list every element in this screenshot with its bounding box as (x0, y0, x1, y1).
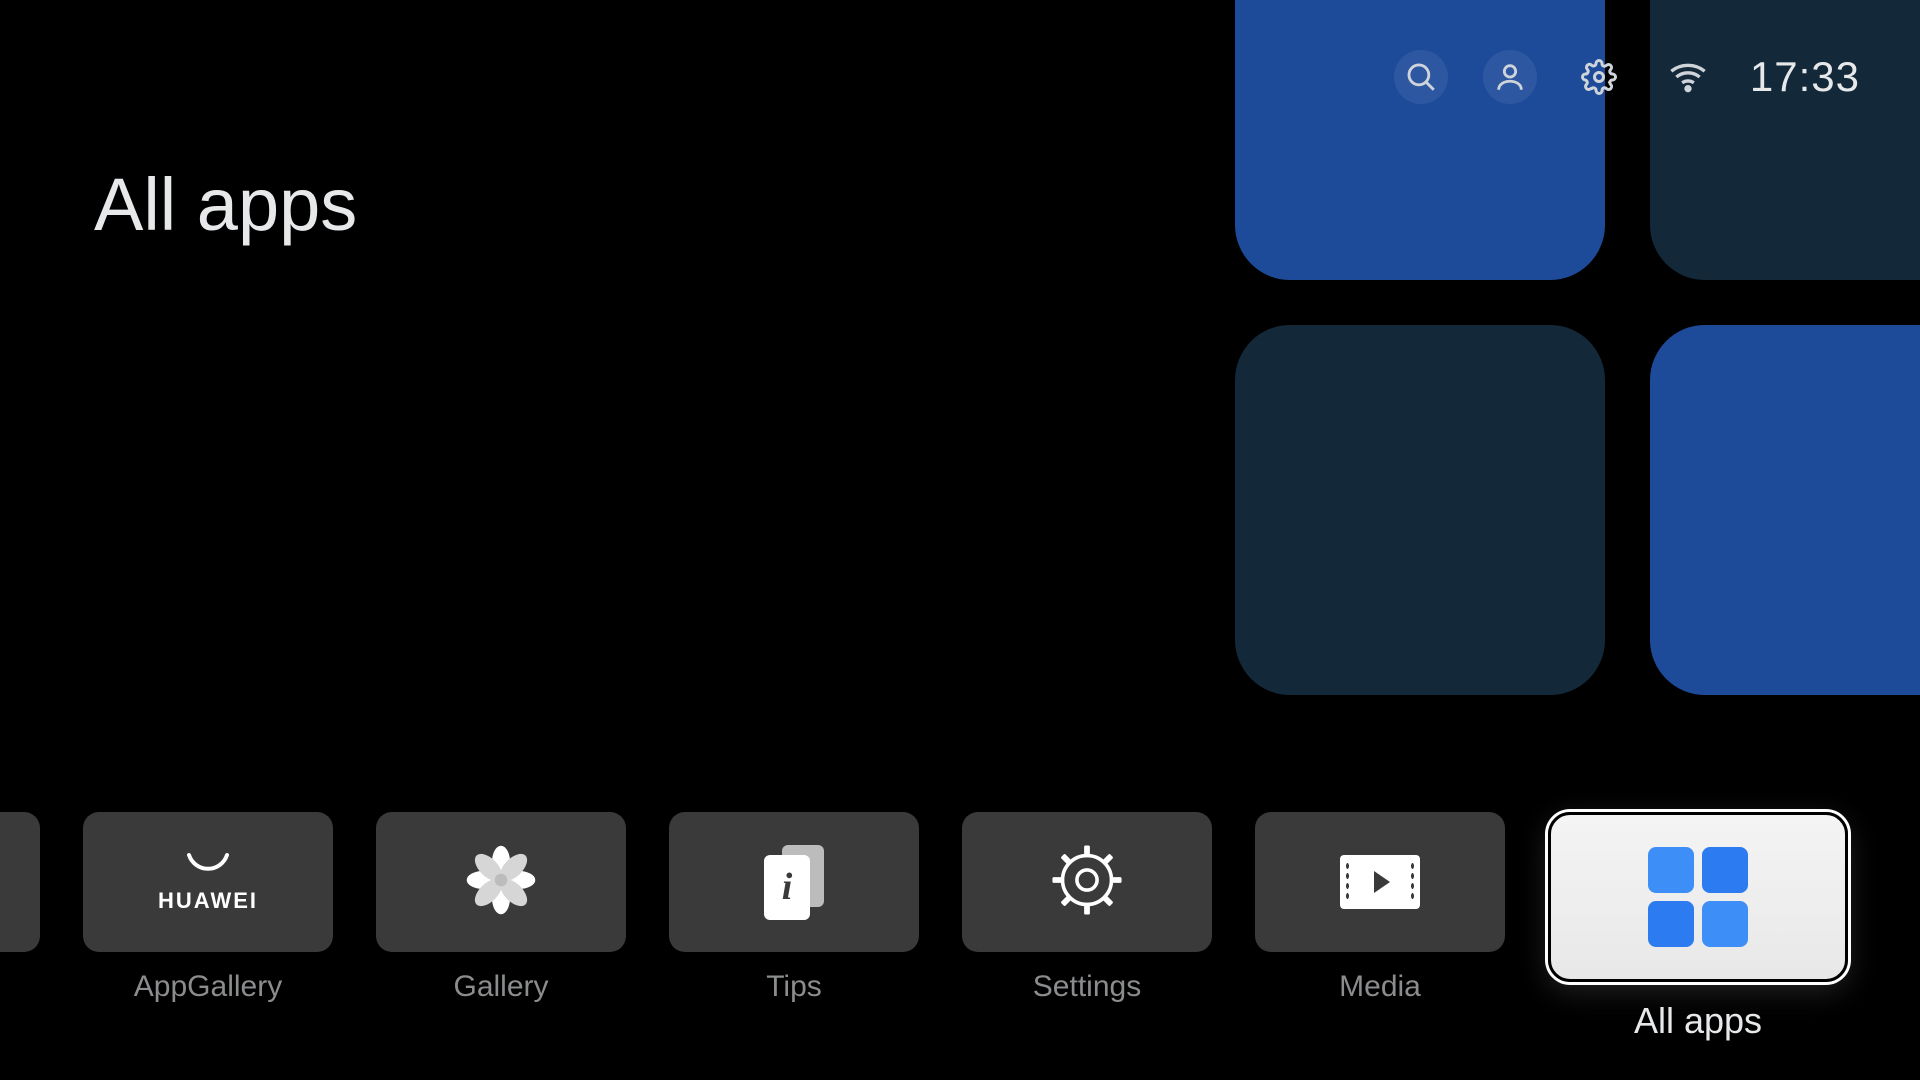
dock-item-label: All apps (1634, 1000, 1762, 1042)
dock-item-appgallery[interactable]: HUAWEI AppGallery (83, 812, 333, 1004)
dock-item-label: Tips (766, 970, 822, 1004)
media-icon (1340, 855, 1420, 909)
wifi-icon[interactable] (1661, 50, 1715, 104)
dock-item-tips[interactable]: i Tips (669, 812, 919, 1004)
clock-time: 17:33 (1750, 53, 1860, 101)
app-dock: HUAWEI AppGallery (0, 812, 1920, 1042)
page-title: All apps (94, 162, 357, 247)
user-icon[interactable] (1483, 50, 1537, 104)
huawei-smile-icon (183, 851, 233, 882)
dock-item-label: Gallery (453, 970, 548, 1004)
huawei-wordmark: HUAWEI (158, 888, 258, 914)
dock-item-media[interactable]: Media (1255, 812, 1505, 1004)
flower-icon (466, 845, 536, 920)
dock-item-label: Media (1339, 970, 1421, 1004)
search-icon[interactable] (1394, 50, 1448, 104)
preview-tile (1235, 0, 1605, 280)
preview-tile (1650, 325, 1920, 695)
dock-item-allapps[interactable]: All apps (1548, 812, 1848, 1042)
dock-item-settings[interactable]: Settings (962, 812, 1212, 1004)
status-bar: 17:33 (1394, 50, 1860, 104)
dock-item-gallery[interactable]: Gallery (376, 812, 626, 1004)
home-preview-tiles (1235, 0, 1920, 695)
preview-tile (1235, 325, 1605, 695)
preview-tile (1650, 0, 1920, 280)
gear-icon (1051, 844, 1123, 921)
tips-icon: i (764, 845, 824, 920)
gear-icon[interactable] (1572, 50, 1626, 104)
dock-item-prev[interactable] (0, 812, 40, 970)
allapps-icon (1648, 847, 1748, 947)
dock-item-label: Settings (1033, 970, 1141, 1004)
dock-item-label: AppGallery (134, 970, 282, 1004)
